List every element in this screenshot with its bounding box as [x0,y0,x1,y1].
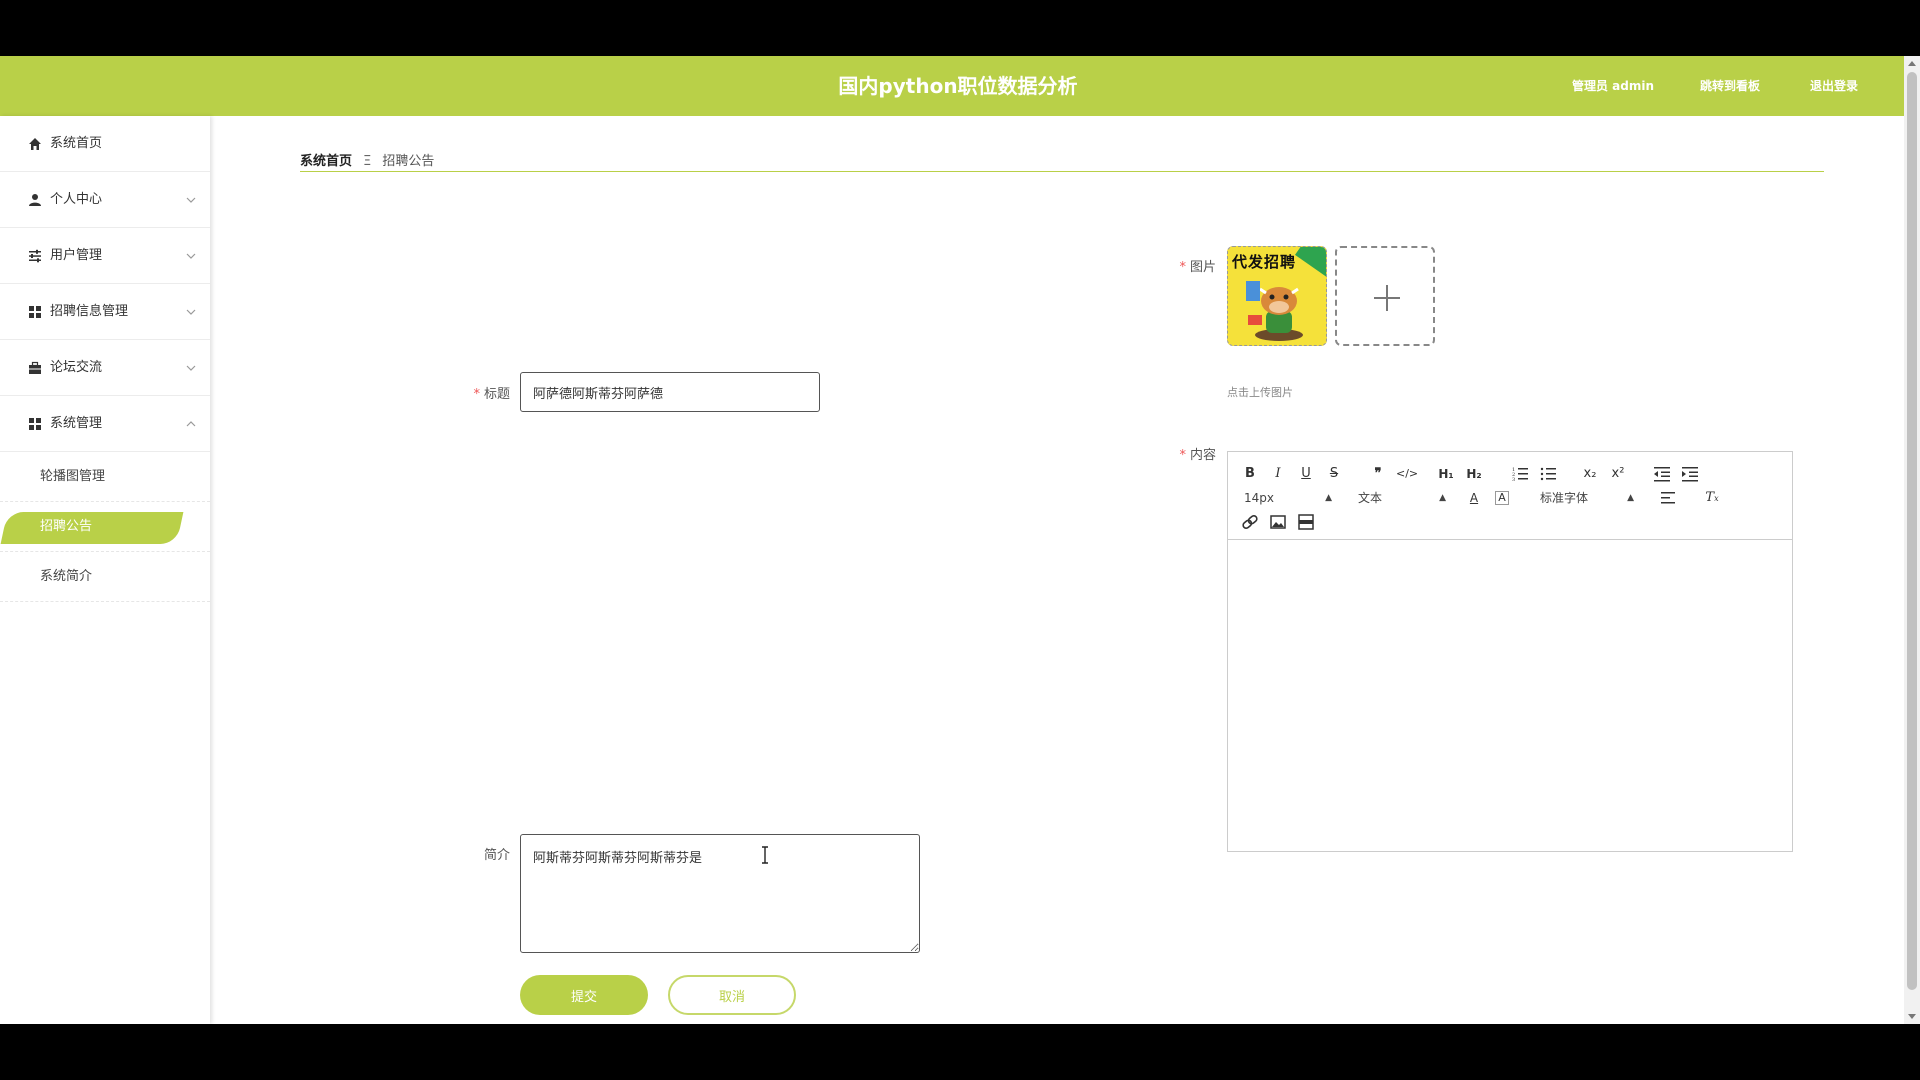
logout-link[interactable]: 退出登录 [1810,56,1858,116]
vertical-scrollbar[interactable] [1904,56,1920,1024]
chevron-down-icon [186,253,196,259]
editor-content-area[interactable] [1228,540,1792,851]
submit-button[interactable]: 提交 [520,975,648,1015]
title-input[interactable] [520,372,820,412]
code-block-icon[interactable]: </> [1396,464,1418,484]
indent-icon[interactable] [1680,464,1700,484]
sidebar-sub-announcement[interactable]: 招聘公告 [0,502,210,552]
video-icon[interactable] [1296,512,1316,532]
subscript-icon[interactable]: x₂ [1580,464,1600,484]
editor-toolbar: B I U S ❞ </> H₁ H₂ 123 x₂ x² 14px ▲ 文本 ▲ … [1228,452,1792,540]
sidebar-sub-label: 招聘公告 [40,519,93,534]
blockquote-icon[interactable]: ❞ [1368,464,1388,484]
chevron-down-icon [186,309,196,315]
sidebar-item-label: 用户管理 [50,248,103,263]
dashboard-link[interactable]: 跳转到看板 [1700,56,1760,116]
sidebar-item-label: 系统首页 [50,136,103,151]
clear-format-icon[interactable]: Tx [1702,488,1722,508]
sidebar-item-home[interactable]: 系统首页 [0,116,210,172]
scrollbar-thumb[interactable] [1907,72,1917,990]
sidebar-item-system[interactable]: 系统管理 [0,396,210,452]
thumbnail-text: 代发招聘 [1232,253,1297,271]
breadcrumb-current: 招聘公告 [382,154,435,169]
text-cursor-icon [762,846,768,864]
heading-select[interactable]: 文本 ▲ [1358,488,1446,508]
title-label: * 标题 [473,387,510,402]
underline-icon[interactable]: U [1296,464,1316,484]
scroll-up-icon[interactable] [1908,61,1916,66]
sidebar-sub-label: 系统简介 [40,569,93,584]
briefcase-icon [29,361,41,374]
strikethrough-icon[interactable]: S [1324,464,1344,484]
breadcrumb-home[interactable]: 系统首页 [300,154,352,169]
uploaded-image-thumbnail[interactable]: 代发招聘 [1227,246,1327,346]
grid-icon [29,417,41,430]
app-window: 国内python职位数据分析 管理员 admin 跳转到看板 退出登录 系统首页… [0,56,1920,1024]
heading1-icon[interactable]: H₁ [1436,464,1456,484]
bold-icon[interactable]: B [1240,464,1260,484]
top-header: 国内python职位数据分析 管理员 admin 跳转到看板 退出登录 [0,56,1920,116]
chevron-down-icon [186,365,196,371]
svg-text:3: 3 [1512,477,1515,483]
sidebar: 系统首页 个人中心 用户管理 招聘信息管理 论坛交流 系统管理 轮播图管理 招聘… [0,116,210,1024]
chevron-down-icon [186,197,196,203]
user-icon [29,193,41,206]
bullet-list-icon[interactable] [1538,464,1558,484]
link-icon[interactable] [1240,512,1260,532]
sidebar-sub-carousel[interactable]: 轮播图管理 [0,452,210,502]
font-size-select[interactable]: 14px ▲ [1244,488,1332,508]
sidebar-item-personal[interactable]: 个人中心 [0,172,210,228]
scroll-down-icon[interactable] [1908,1014,1916,1019]
cartoon-cow-image [1246,281,1303,341]
superscript-icon[interactable]: x² [1608,464,1628,484]
breadcrumb: 系统首页 Ξ 招聘公告 [300,150,1824,172]
cancel-button[interactable]: 取消 [668,975,796,1015]
breadcrumb-separator: Ξ [363,154,372,169]
text-color-icon[interactable]: A [1464,488,1484,508]
intro-textarea[interactable] [520,834,920,953]
image-icon[interactable] [1268,512,1288,532]
sliders-icon [29,249,41,262]
sidebar-item-label: 系统管理 [50,416,103,431]
background-color-icon[interactable]: A [1495,491,1509,505]
grid-icon [29,305,41,318]
sidebar-item-label: 招聘信息管理 [50,304,129,319]
thumbnail-ribbon [1295,247,1326,278]
heading2-icon[interactable]: H₂ [1464,464,1484,484]
rich-text-editor: B I U S ❞ </> H₁ H₂ 123 x₂ x² 14px ▲ 文本 ▲ … [1227,451,1793,852]
sidebar-item-label: 个人中心 [50,192,103,207]
sidebar-sub-intro[interactable]: 系统简介 [0,552,210,602]
sidebar-item-jobs[interactable]: 招聘信息管理 [0,284,210,340]
outdent-icon[interactable] [1652,464,1672,484]
image-label: * 图片 [1179,260,1216,275]
sidebar-sub-label: 轮播图管理 [40,469,106,484]
align-icon[interactable] [1658,488,1678,508]
intro-label: 简介 [483,848,510,863]
italic-icon[interactable]: I [1268,464,1288,484]
chevron-up-icon [186,420,196,426]
content-label: * 内容 [1179,448,1216,463]
home-icon [29,137,41,150]
sidebar-item-forum[interactable]: 论坛交流 [0,340,210,396]
sidebar-item-users[interactable]: 用户管理 [0,228,210,284]
ordered-list-icon[interactable]: 123 [1510,464,1530,484]
font-family-select[interactable]: 标准字体 ▲ [1540,488,1634,508]
admin-label: 管理员 admin [1572,79,1655,93]
image-upload-button[interactable] [1335,246,1435,346]
sidebar-item-label: 论坛交流 [50,360,103,375]
upload-tip: 点击上传图片 [1227,386,1293,399]
